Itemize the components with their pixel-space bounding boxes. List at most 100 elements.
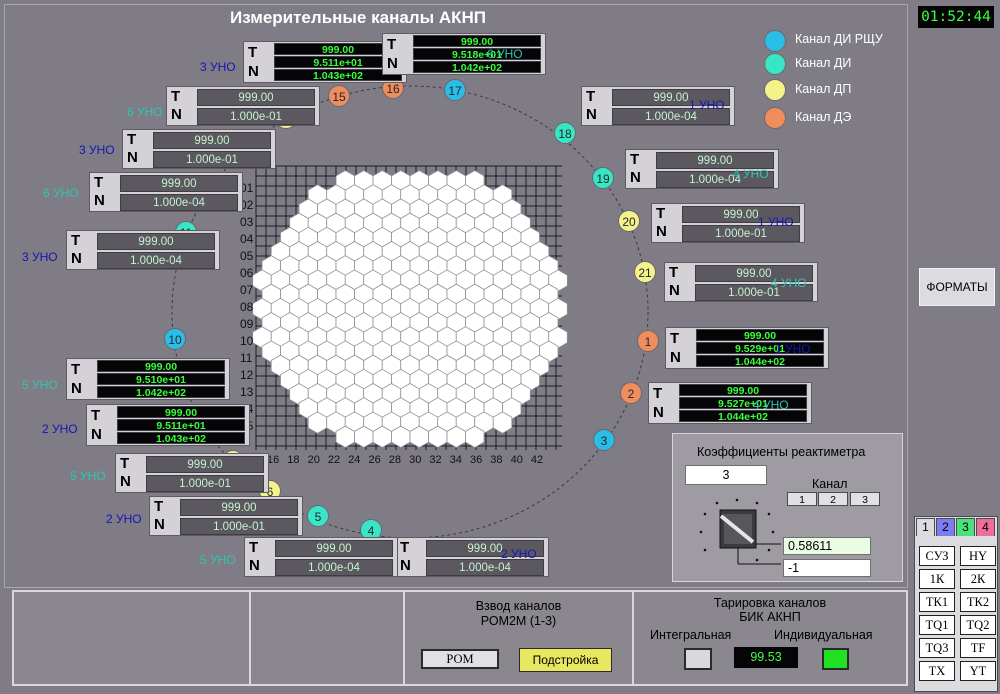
uno-label: 1 УНО [775,342,811,356]
reactimeter-offset-field[interactable]: -1 [783,559,871,577]
uno-label: 3 УНО [22,250,58,264]
side-button-5[interactable]: ТК2 [960,592,996,612]
col-label: 18 [287,454,299,466]
n-label: N [669,282,680,299]
t-value: 999.00 [146,456,264,473]
legend-dot-di-rshu [764,30,786,52]
channel-circle-18[interactable]: 18 [554,122,576,144]
reactimeter-top-field[interactable]: 3 [685,465,767,485]
side-button-10[interactable]: ТX [919,661,955,681]
side-button-9[interactable]: ТF [960,638,996,658]
side-button-7[interactable]: ТQ2 [960,615,996,635]
col-label: 40 [511,454,523,466]
t-label: T [653,385,663,402]
n-label: N [653,404,664,421]
t-value: 999.00 [180,499,298,516]
side-button-1[interactable]: НY [960,546,996,566]
col-label: 30 [409,454,421,466]
n-label: N [91,426,102,443]
side-button-8[interactable]: ТQ3 [919,638,955,658]
right-panel: 01:52:44 ФОРМАТЫ 1234 СУЗ НY 1К 2К ТК1 ТК2 ТQ1… [912,0,1000,694]
n-value: 1.000e-01 [180,518,298,535]
t-label: T [400,539,410,556]
t-value: 999.00 [117,406,245,419]
tarirovka-subtitle: БИК АКНП [739,610,801,624]
uno-label: 4 УНО [733,167,769,181]
uno-label: 5 УНО [200,553,236,567]
channel-circle-3[interactable]: 3 [593,429,615,451]
readout-ch5: T N 999.00 1.000e-04 [244,537,398,577]
side-button-0[interactable]: СУЗ [919,546,955,566]
individual-toggle[interactable] [822,648,849,670]
legend-dot-de [764,107,786,129]
channel-circle-17[interactable]: 17 [444,79,466,101]
legend-label: Канал ДИ РЩУ [795,32,883,46]
channel-circle-20[interactable]: 20 [618,210,640,232]
n-label: N [94,192,105,209]
side-button-6[interactable]: ТQ1 [919,615,955,635]
integral-label: Интегральная [650,628,732,642]
channel-circle-21[interactable]: 21 [634,261,656,283]
n-value: 9.511e+01 [117,419,245,432]
podstroika-button[interactable]: Подстройка [519,648,612,672]
legend-label: Канал ДЭ [795,110,852,124]
t-label: T [71,232,81,249]
channel-circle-5[interactable]: 5 [307,505,329,527]
rom-button[interactable]: РОМ [421,649,499,669]
reactimeter-value-field[interactable]: 0.58611 [783,537,871,555]
uno-label: 2 УНО [106,512,142,526]
n-label: N [387,55,398,72]
integral-toggle[interactable] [684,648,712,670]
t-value: 999.00 [413,35,541,48]
channel-button-3[interactable]: 3 [850,492,880,506]
uno-label: 1 УНО [758,215,794,229]
bottom-cell-empty-2 [251,592,405,684]
formats-button[interactable]: ФОРМАТЫ [919,268,995,306]
t-label: T [586,88,596,105]
side-button-4[interactable]: ТК1 [919,592,955,612]
t-label: T [171,88,181,105]
channel-button-2[interactable]: 2 [818,492,848,506]
tab-2[interactable]: 2 [936,518,955,536]
uno-label: 6 УНО [487,47,523,61]
uno-label: 3 УНО [200,60,236,74]
rotary-switch[interactable] [693,494,783,574]
uno-label: 2 УНО [501,547,537,561]
col-label: 38 [490,454,502,466]
tab-4[interactable]: 4 [976,518,995,536]
n-value: 1.000e-04 [97,252,215,269]
channel-circle-10[interactable]: 10 [164,328,186,350]
channel-button-1[interactable]: 1 [787,492,817,506]
legend-label: Канал ДП [795,82,852,96]
n-label: N [120,473,131,490]
t-value: 999.00 [120,175,238,192]
t-label: T [656,205,666,222]
channel-circle-15[interactable]: 15 [328,85,350,107]
tab-3[interactable]: 3 [956,518,975,536]
row-label: 12 [240,368,254,382]
side-button-11[interactable]: YT [960,661,996,681]
side-button-2[interactable]: 1К [919,569,955,589]
n-label: N [630,169,641,186]
row-label: 13 [240,385,254,399]
n-label: N [127,149,138,166]
readout-ch6: T N 999.00 1.000e-01 [149,496,303,536]
uno-label: 4 УНО [771,276,807,290]
t-value: 999.00 [97,360,225,373]
n-label: N [71,380,82,397]
col-label: 42 [531,454,543,466]
tab-1[interactable]: 1 [916,518,935,536]
n-value-2: 1.043e+02 [117,432,245,445]
channel-circle-2[interactable]: 2 [620,382,642,404]
t-label: T [249,539,259,556]
tarirovka-section: Тарировка каналов БИК АКНП Интегральная … [634,592,906,684]
n-value-2: 1.042e+02 [97,386,225,399]
col-label: 20 [308,454,320,466]
readout-ch11: T N 999.00 1.000e-04 [66,230,220,270]
bottom-panel: Взвод каналов РОМ2М (1-3) РОМ Подстройка… [12,590,908,686]
side-button-3[interactable]: 2К [960,569,996,589]
channel-circle-1[interactable]: 1 [637,330,659,352]
channel-circle-19[interactable]: 19 [592,167,614,189]
n-value-2: 1.042e+02 [413,61,541,74]
readout-ch12: T N 999.00 1.000e-04 [89,172,243,212]
